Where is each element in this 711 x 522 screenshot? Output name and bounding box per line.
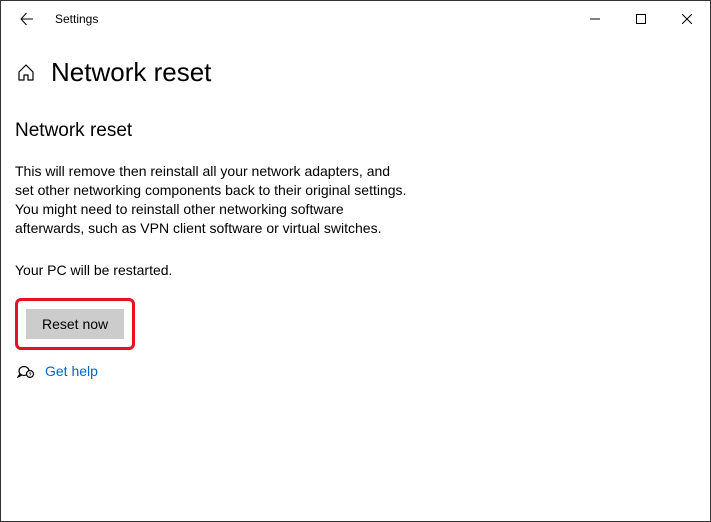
maximize-button[interactable] [618, 1, 664, 37]
window-title: Settings [55, 12, 98, 26]
page-title: Network reset [51, 57, 211, 88]
close-button[interactable] [664, 1, 710, 37]
maximize-icon [636, 14, 646, 24]
restart-note: Your PC will be restarted. [15, 262, 407, 278]
house-icon [16, 63, 36, 83]
home-icon[interactable] [15, 62, 37, 84]
reset-now-button[interactable]: Reset now [26, 309, 124, 339]
arrow-left-icon [19, 11, 35, 27]
page-header: Network reset [1, 37, 710, 96]
back-button[interactable] [9, 1, 45, 37]
minimize-button[interactable] [572, 1, 618, 37]
titlebar: Settings [1, 1, 710, 37]
description-text: This will remove then reinstall all your… [15, 162, 407, 238]
minimize-icon [590, 14, 600, 24]
section-title: Network reset [15, 120, 407, 142]
highlight-annotation: Reset now [15, 298, 135, 350]
help-icon: ? [17, 362, 35, 380]
content-area: Network reset This will remove then rein… [1, 96, 421, 380]
get-help-link[interactable]: Get help [45, 363, 98, 379]
window-controls [572, 1, 710, 37]
svg-text:?: ? [28, 372, 31, 378]
help-row: ? Get help [15, 362, 407, 380]
close-icon [682, 14, 692, 24]
